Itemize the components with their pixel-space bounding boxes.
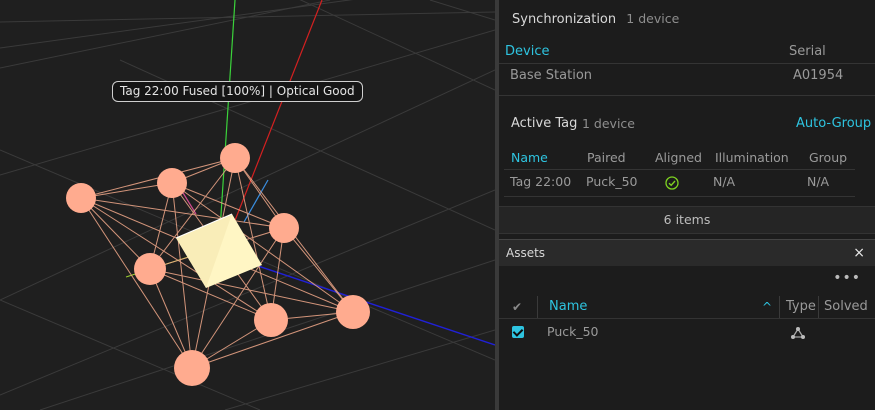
- asset-row-name: Puck_50: [547, 324, 599, 339]
- table-row[interactable]: Tag 22:00 Puck_50 N/A N/A: [499, 171, 875, 193]
- divider: [504, 196, 855, 197]
- tag-col-aligned[interactable]: Aligned: [655, 147, 702, 169]
- asset-row-puck-50[interactable]: Puck_50: [499, 321, 875, 343]
- 3d-viewport[interactable]: Tag 22:00 Fused [100%] | Optical Good: [0, 0, 495, 410]
- divider: [499, 63, 875, 64]
- sync-col-device[interactable]: Device: [505, 41, 549, 63]
- assets-col-name[interactable]: Name: [549, 296, 587, 318]
- auto-group-button[interactable]: Auto-Group: [796, 113, 871, 135]
- marker-8: [174, 350, 210, 386]
- assets-table-header: ✔ Name ^ Type Solved: [499, 296, 875, 319]
- divider: [499, 95, 875, 96]
- x-axis-line: [231, 0, 323, 229]
- marker-1: [66, 183, 96, 213]
- assets-panel-header: Assets ×: [499, 239, 875, 266]
- close-icon[interactable]: ×: [853, 240, 865, 266]
- divider: [504, 169, 855, 170]
- synchronization-title: Synchronization: [512, 12, 617, 27]
- tag-col-name[interactable]: Name: [511, 147, 548, 169]
- tag-status-label: Tag 22:00 Fused [100%] | Optical Good: [112, 81, 363, 102]
- assets-col-solved[interactable]: Solved: [824, 296, 868, 318]
- sort-ascending-icon[interactable]: ^: [762, 296, 772, 318]
- tag-row-illumination: N/A: [713, 174, 736, 189]
- tag-row-group: N/A: [807, 174, 830, 189]
- tag-row-paired: Puck_50: [586, 174, 638, 189]
- tag-col-illumination[interactable]: Illumination: [715, 147, 789, 169]
- sync-table-header: Device Serial: [499, 41, 875, 63]
- marker-3: [220, 143, 250, 173]
- active-tag-table-header: Name Paired Aligned Illumination Group: [499, 147, 875, 169]
- scene-canvas[interactable]: [0, 0, 495, 410]
- marker-7: [336, 295, 370, 329]
- items-count-bar: 6 items: [499, 206, 875, 234]
- devices-panel: Synchronization 1 device Device Serial B…: [499, 0, 875, 410]
- marker-2: [157, 168, 187, 198]
- select-all-icon[interactable]: ✔: [512, 296, 522, 318]
- synchronization-count: 1 device: [626, 11, 680, 26]
- divider: [818, 296, 819, 318]
- sync-row-serial: A01954: [793, 68, 844, 83]
- assets-title: Assets: [506, 246, 546, 260]
- divider: [779, 296, 780, 318]
- marker-5: [134, 253, 166, 285]
- tag-col-group[interactable]: Group: [809, 147, 847, 169]
- active-tag-header: Active Tag 1 device Auto-Group: [499, 113, 875, 135]
- sync-row-device: Base Station: [510, 68, 593, 83]
- more-options-icon[interactable]: •••: [833, 270, 861, 286]
- tag-row-name: Tag 22:00: [510, 174, 572, 189]
- check-circle-icon: [665, 175, 679, 190]
- sync-col-serial[interactable]: Serial: [789, 41, 826, 63]
- sync-row-base-station[interactable]: Base Station A01954: [499, 65, 875, 87]
- divider: [537, 296, 538, 318]
- asset-row-checkbox[interactable]: [512, 326, 524, 338]
- tag-col-paired[interactable]: Paired: [587, 147, 626, 169]
- active-tag-count: 1 device: [582, 116, 635, 131]
- synchronization-header: Synchronization 1 device: [512, 11, 679, 27]
- marker-6: [254, 303, 288, 337]
- assets-col-type[interactable]: Type: [786, 296, 816, 318]
- rigid-body-icon: [790, 325, 806, 339]
- active-tag-title: Active Tag: [511, 116, 578, 131]
- marker-4: [269, 213, 299, 243]
